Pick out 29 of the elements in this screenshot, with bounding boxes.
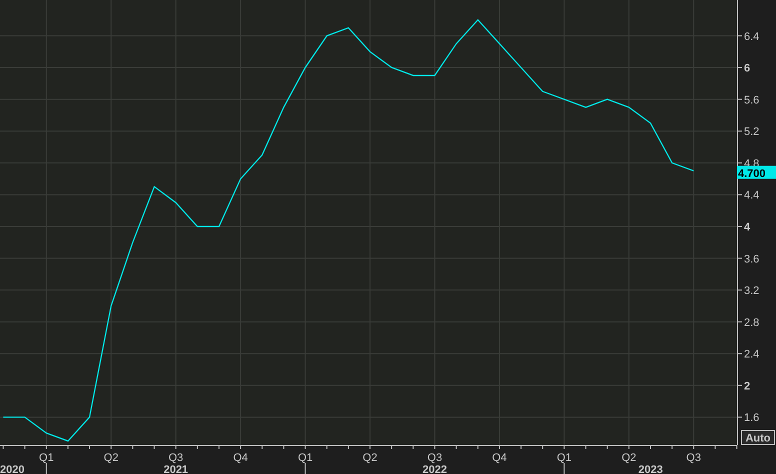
- y-tick-label: 5.2: [744, 126, 760, 138]
- x-tick-label: Q3: [686, 452, 701, 464]
- y-tick-label: 2.4: [744, 348, 760, 361]
- y-tick-label: 2: [744, 380, 750, 392]
- year-label: 2023: [638, 464, 663, 474]
- year-label: 2020: [0, 464, 24, 474]
- y-tick-label: 2.8: [744, 316, 760, 329]
- y-tick-label: 3.2: [744, 285, 760, 298]
- x-tick-label: Q3: [427, 452, 442, 464]
- x-tick-label: Q1: [556, 452, 572, 464]
- y-tick-label: 6.4: [744, 30, 760, 43]
- y-tick-label: 4.4: [744, 190, 760, 202]
- x-tick-label: Q1: [298, 452, 313, 464]
- x-tick-label: Q3: [168, 452, 184, 464]
- x-tick-label: Q4: [492, 452, 507, 464]
- x-tick-label: Q1: [39, 452, 54, 464]
- y-tick-label: 3.6: [744, 253, 760, 266]
- y-tick-label: 6: [744, 62, 750, 75]
- y-tick-label: 4: [744, 221, 750, 234]
- year-label: 2022: [422, 464, 447, 474]
- year-label: 2021: [164, 464, 188, 474]
- x-tick-label: Q2: [622, 452, 636, 464]
- last-value-badge: 4.700: [737, 166, 776, 180]
- y-tick-label: 5.6: [744, 94, 760, 106]
- x-tick-label: Q4: [233, 452, 248, 464]
- x-tick-label: Q2: [104, 452, 118, 464]
- x-tick-label: Q2: [362, 452, 378, 464]
- auto-button[interactable]: Auto: [741, 430, 775, 445]
- y-tick-label: 1.6: [744, 412, 760, 424]
